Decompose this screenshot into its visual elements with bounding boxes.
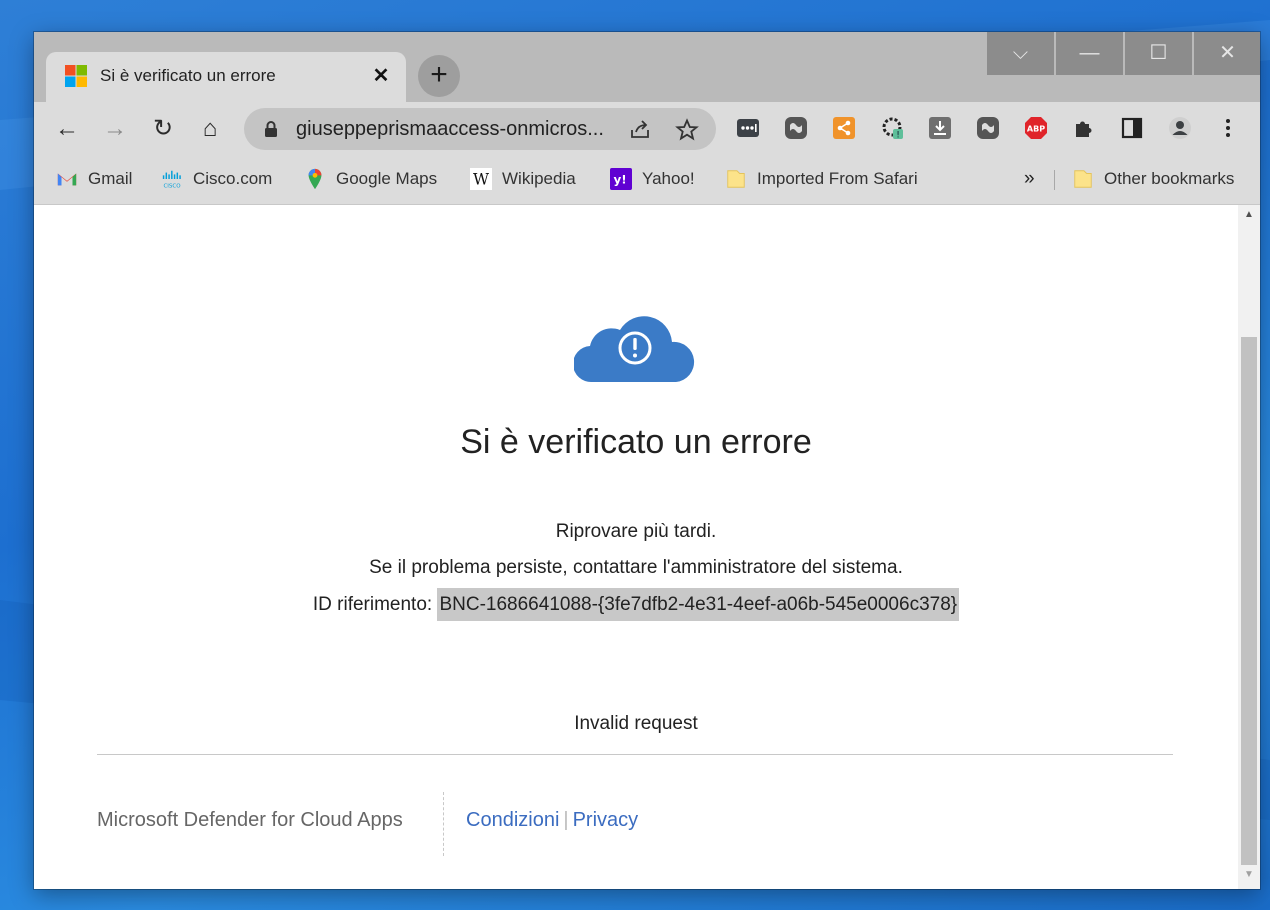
tab-close-icon[interactable]: ✕ bbox=[368, 63, 394, 89]
footer-links: Condizioni | Privacy bbox=[466, 809, 638, 832]
bookmark-folder-other[interactable]: Other bookmarks bbox=[1072, 165, 1234, 193]
vertical-scrollbar[interactable]: ▲ ▼ bbox=[1238, 205, 1260, 889]
error-message-contact-admin: Se il problema persiste, contattare l'am… bbox=[369, 557, 903, 578]
bookmark-label: Cisco.com bbox=[193, 169, 273, 188]
folder-icon bbox=[727, 170, 745, 188]
footer-divider bbox=[97, 754, 1173, 755]
reload-button[interactable]: ↻ bbox=[148, 114, 178, 144]
menu-kebab-icon[interactable] bbox=[1216, 116, 1240, 140]
bookmark-label: Yahoo! bbox=[642, 169, 695, 188]
bookmark-label: Wikipedia bbox=[502, 169, 576, 188]
scrollbar-thumb[interactable] bbox=[1241, 337, 1257, 865]
minimize-button[interactable]: — bbox=[1056, 32, 1123, 75]
error-title: Si è verificato un errore bbox=[460, 423, 812, 461]
wikipedia-icon: W bbox=[470, 168, 492, 190]
bookmark-label: Imported From Safari bbox=[757, 169, 918, 188]
bookmark-cisco[interactable]: CISCO Cisco.com bbox=[161, 165, 272, 193]
sync-ext-icon[interactable]: ! bbox=[880, 116, 904, 140]
footer-link-separator: | bbox=[563, 809, 569, 831]
share-ext-icon[interactable] bbox=[832, 116, 856, 140]
bookmarks-bar: Gmail CISCO Cisco.com Google Maps W Wiki bbox=[34, 156, 1260, 205]
url-text[interactable]: giuseppeprismaaccess-onmicros... bbox=[296, 118, 616, 141]
google-maps-icon bbox=[308, 168, 322, 190]
footer-separator bbox=[443, 792, 444, 856]
bookmark-google-maps[interactable]: Google Maps bbox=[304, 165, 437, 193]
address-bar[interactable]: giuseppeprismaaccess-onmicros... bbox=[244, 108, 716, 150]
error-message-retry: Riprovare più tardi. bbox=[555, 521, 717, 542]
lastpass-icon[interactable] bbox=[736, 116, 760, 140]
error-detail: Invalid request bbox=[574, 713, 698, 734]
bookmark-star-icon[interactable] bbox=[675, 118, 699, 142]
lock-icon[interactable] bbox=[262, 120, 280, 138]
webex-icon[interactable] bbox=[784, 116, 808, 140]
webex-icon-2[interactable] bbox=[976, 116, 1000, 140]
back-button[interactable]: ← bbox=[52, 114, 82, 144]
close-window-button[interactable]: ✕ bbox=[1194, 32, 1260, 75]
footer-brand: Microsoft Defender for Cloud Apps bbox=[97, 809, 403, 831]
bookmarks-overflow-chevron-icon[interactable]: » bbox=[1024, 165, 1035, 193]
svg-text:!: ! bbox=[896, 131, 900, 141]
cisco-icon: CISCO bbox=[162, 170, 181, 189]
folder-icon bbox=[1074, 170, 1092, 188]
svg-text:W: W bbox=[473, 171, 489, 189]
home-button[interactable]: ⌂ bbox=[195, 114, 225, 144]
reference-id-value[interactable]: BNC-1686641088-{3fe7dfb2-4e31-4eef-a06b-… bbox=[437, 588, 960, 621]
forward-button[interactable]: → bbox=[100, 114, 130, 144]
bookmark-wikipedia[interactable]: W Wikipedia bbox=[470, 165, 576, 193]
side-panel-icon[interactable] bbox=[1120, 116, 1144, 140]
terms-link[interactable]: Condizioni bbox=[466, 809, 559, 831]
tab-active[interactable]: Si è verificato un errore ✕ bbox=[46, 52, 406, 102]
maximize-button[interactable]: ☐ bbox=[1125, 32, 1192, 75]
adblock-plus-icon[interactable]: ABP bbox=[1024, 116, 1048, 140]
title-bar: Si è verificato un errore ✕ + ⌵ — ☐ ✕ bbox=[34, 32, 1260, 102]
extensions-puzzle-icon[interactable] bbox=[1072, 116, 1096, 140]
svg-text:CISCO: CISCO bbox=[163, 183, 181, 189]
microsoft-logo-icon bbox=[65, 65, 87, 87]
privacy-link[interactable]: Privacy bbox=[573, 809, 639, 831]
share-icon[interactable] bbox=[628, 118, 652, 142]
bookmark-gmail[interactable]: Gmail bbox=[56, 165, 132, 193]
tab-title: Si è verificato un errore bbox=[100, 66, 276, 85]
bookmark-label: Google Maps bbox=[336, 169, 438, 188]
tab-search-dropdown-icon[interactable]: ⌵ bbox=[987, 32, 1054, 75]
svg-text:ABP: ABP bbox=[1027, 125, 1045, 134]
profile-icon[interactable] bbox=[1168, 116, 1192, 140]
reference-id-row: ID riferimento: BNC-1686641088-{3fe7dfb2… bbox=[34, 588, 1238, 621]
yahoo-icon: y! bbox=[610, 168, 632, 190]
bookmark-label: Gmail bbox=[88, 169, 133, 188]
toolbar: ← → ↻ ⌂ giuseppeprismaaccess-onmicros... bbox=[34, 102, 1260, 156]
cloud-error-icon bbox=[574, 316, 695, 383]
bookmark-folder-imported[interactable]: Imported From Safari bbox=[725, 165, 918, 193]
scroll-down-arrow-icon[interactable]: ▼ bbox=[1238, 869, 1260, 885]
bookmarks-divider bbox=[1054, 170, 1055, 190]
page-content: Si è verificato un errore Riprovare più … bbox=[34, 205, 1238, 889]
bookmark-label: Other bookmarks bbox=[1104, 169, 1235, 188]
bookmark-yahoo[interactable]: y! Yahoo! bbox=[610, 165, 695, 193]
reference-id-label: ID riferimento: bbox=[312, 594, 438, 615]
browser-window: Si è verificato un errore ✕ + ⌵ — ☐ ✕ ← … bbox=[34, 32, 1260, 889]
download-icon[interactable] bbox=[928, 116, 952, 140]
new-tab-button[interactable]: + bbox=[418, 55, 460, 97]
scroll-up-arrow-icon[interactable]: ▲ bbox=[1238, 209, 1260, 225]
gmail-icon bbox=[57, 173, 77, 186]
svg-text:y!: y! bbox=[613, 173, 626, 187]
